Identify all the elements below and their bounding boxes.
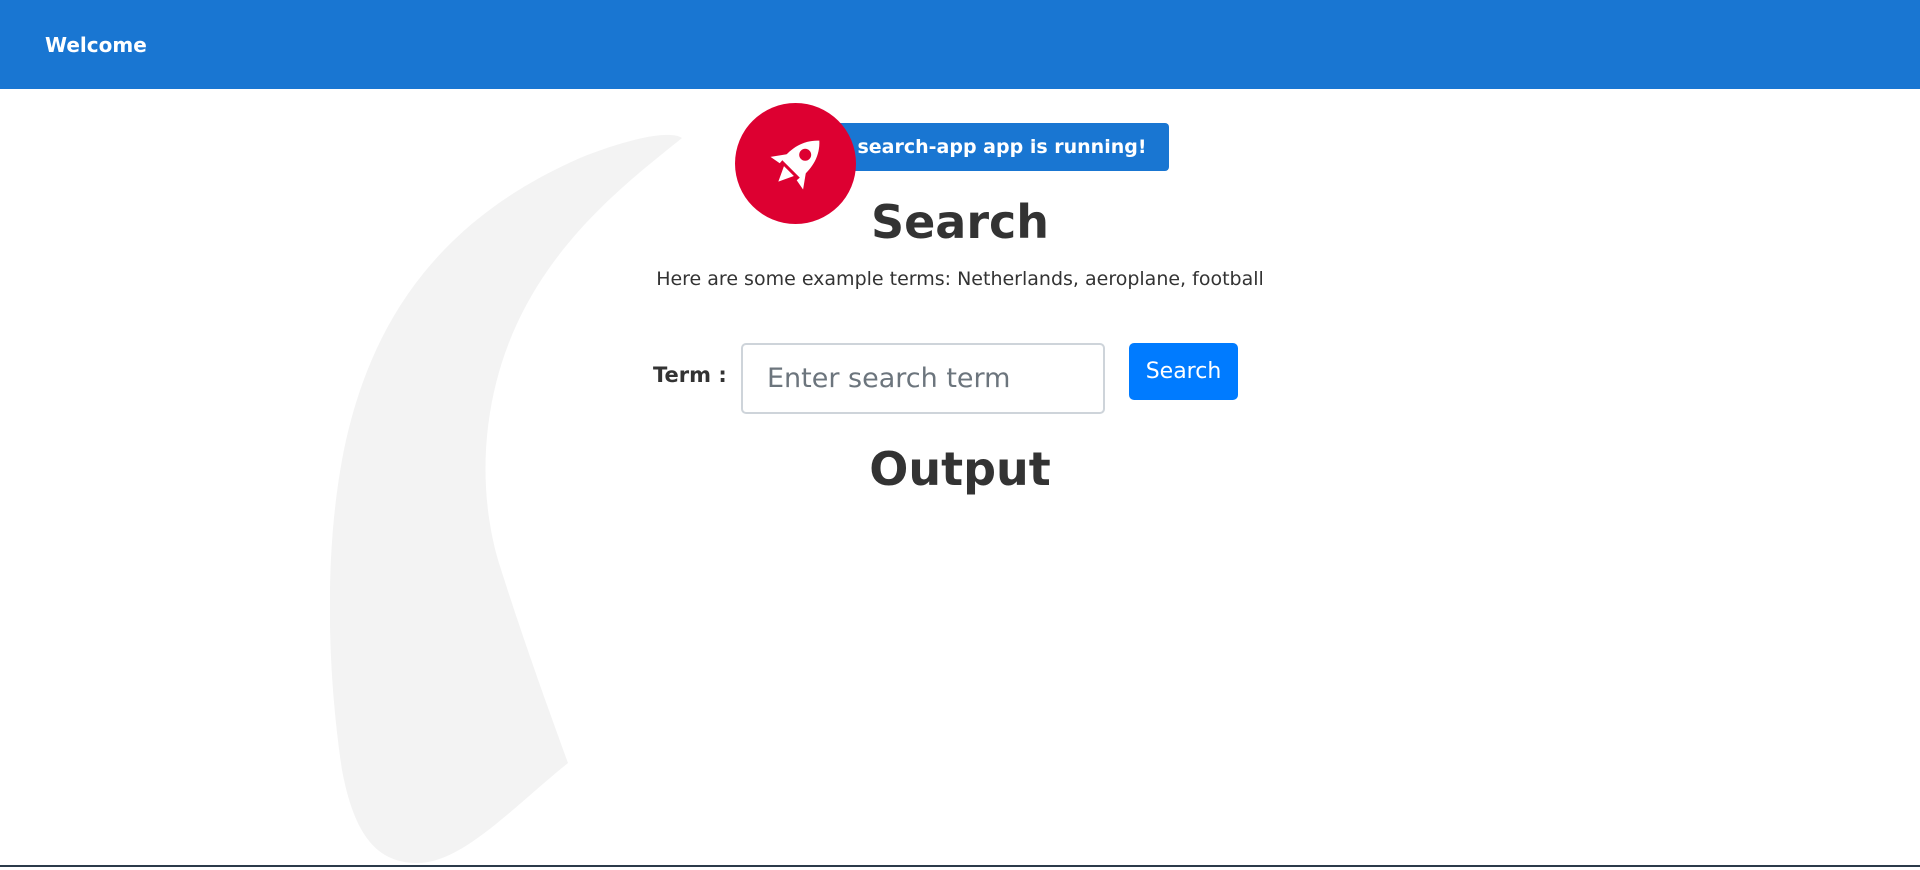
example-terms-text: Here are some example terms: Netherlands… — [656, 268, 1264, 290]
main-content: search-app app is running! Search Here a… — [0, 89, 1920, 867]
output-heading: Output — [869, 442, 1051, 496]
search-term-input[interactable] — [741, 343, 1105, 414]
toolbar-title: Welcome — [45, 32, 147, 57]
search-heading: Search — [870, 195, 1050, 249]
rocket-icon — [770, 140, 819, 189]
top-toolbar: Welcome — [0, 0, 1920, 89]
term-label: Term : — [653, 363, 727, 387]
rocket-badge-circle — [735, 103, 856, 224]
search-button[interactable]: Search — [1129, 343, 1238, 400]
app-running-badge: search-app app is running! — [835, 123, 1169, 171]
